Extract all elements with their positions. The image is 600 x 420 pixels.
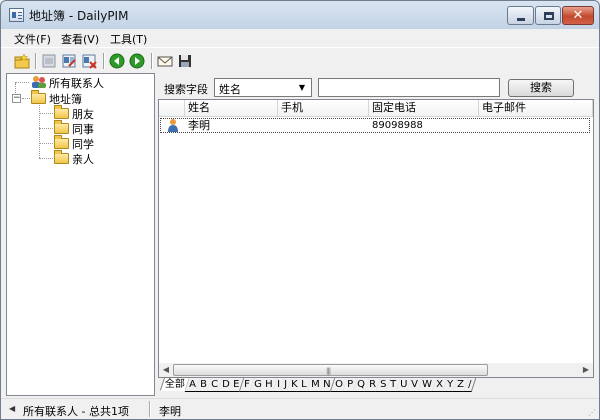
maximize-icon: [544, 12, 554, 20]
forward-icon[interactable]: [129, 53, 145, 69]
tree-line: [39, 143, 53, 144]
alpha-tab-label: B: [200, 379, 207, 390]
alpha-tab-label: O: [335, 379, 343, 390]
alpha-tab-label: L: [301, 379, 307, 390]
search-field-label: 搜索字段: [164, 83, 208, 96]
menu-view[interactable]: 查看(V): [61, 31, 99, 47]
alpha-tab-label: F: [243, 379, 250, 390]
alpha-tab-label: /: [468, 379, 472, 390]
scroll-right-icon[interactable]: ▶: [580, 364, 592, 376]
column-header-icon[interactable]: [159, 100, 185, 117]
alpha-tab-label: X: [436, 379, 444, 390]
alpha-tab-label: Q: [357, 379, 365, 390]
back-icon[interactable]: [109, 53, 125, 69]
tree-item-label: 同事: [72, 123, 94, 136]
search-input[interactable]: [318, 78, 500, 97]
email-icon[interactable]: [157, 53, 173, 69]
maximize-button[interactable]: [535, 6, 561, 25]
close-icon: ✕: [572, 8, 584, 23]
alpha-tab-label: W: [422, 379, 433, 390]
alpha-tab-label: P: [346, 379, 354, 390]
app-window: 地址簿 - DailyPIM ✕ 文件(F) 查看(V) 工具(T) 所有联系人…: [0, 0, 600, 420]
tree-item-label: 同学: [72, 138, 94, 151]
menu-file[interactable]: 文件(F): [14, 31, 51, 47]
alpha-tab-label: N: [323, 379, 332, 390]
tree-line: [22, 98, 30, 99]
menu-tools[interactable]: 工具(T): [110, 31, 147, 47]
tree-line: [39, 113, 53, 114]
address-book-icon[interactable]: [9, 8, 24, 22]
cell-phone: 89098988: [372, 120, 423, 131]
alpha-tab-label: S: [379, 379, 387, 390]
folder-icon: [54, 105, 69, 119]
search-field-value: 姓名: [219, 83, 241, 96]
new-contact-icon[interactable]: [14, 53, 30, 69]
alpha-tab-label: A: [189, 379, 197, 390]
alpha-tab-label: C: [210, 379, 218, 390]
edit-contact-icon[interactable]: [61, 53, 77, 69]
status-separator: [149, 401, 151, 417]
grip-icon: |||: [326, 367, 331, 375]
status-scroll-icon: ◀: [9, 404, 16, 413]
alpha-tab-label: E: [233, 379, 240, 390]
search-button[interactable]: 搜索: [508, 79, 574, 97]
close-button[interactable]: ✕: [562, 6, 594, 25]
save-icon[interactable]: [177, 53, 193, 69]
toolbar-separator: [35, 53, 37, 69]
alpha-tab-label: 全部: [164, 379, 185, 390]
status-bar: ◀ 所有联系人 - 总共1项 李明 ⋰: [1, 398, 599, 419]
cell-name: 李明: [188, 119, 210, 132]
chevron-down-icon[interactable]: ▼: [295, 81, 309, 94]
minimize-icon: [517, 18, 525, 21]
folder-icon: [54, 150, 69, 164]
contacts-pane: 搜索字段 姓名 ▼ 搜索 姓名 手机 固定电话 电子邮件 李明 89098988…: [158, 73, 594, 396]
collapse-toggle[interactable]: −: [12, 94, 21, 103]
alphabet-tabs: 全部 A B C D E F G H I J K L M N O P Q R S T U V W X Y Z /: [159, 377, 592, 393]
folder-icon: [54, 120, 69, 134]
tree-item-label: 所有联系人: [49, 77, 104, 90]
minimize-button[interactable]: [507, 6, 534, 25]
column-header-phone[interactable]: 固定电话: [369, 100, 479, 117]
folder-icon: [54, 135, 69, 149]
alpha-tab-label: H: [265, 379, 273, 390]
title-bar[interactable]: 地址簿 - DailyPIM ✕: [1, 1, 599, 29]
contact-person-icon: [168, 119, 178, 132]
column-header-name[interactable]: 姓名: [185, 100, 278, 117]
folder-icon: [31, 90, 46, 104]
tree-item-label: 朋友: [72, 108, 94, 121]
menu-bar: 文件(F) 查看(V) 工具(T): [1, 29, 599, 47]
tree-line: [15, 82, 29, 83]
alpha-tab-label: M: [310, 379, 320, 390]
delete-contact-icon[interactable]: [41, 53, 57, 69]
status-left-text: 所有联系人 - 总共1项: [23, 405, 129, 418]
alpha-tab-label: Z: [457, 379, 465, 390]
window-title: 地址簿 - DailyPIM: [29, 9, 129, 23]
alpha-tab-label: R: [368, 379, 376, 390]
scrollbar-thumb[interactable]: |||: [173, 364, 488, 376]
resize-grip-icon[interactable]: ⋰: [588, 408, 596, 417]
toolbar-separator: [103, 53, 105, 69]
scroll-left-icon[interactable]: ◀: [160, 364, 172, 376]
column-header-email[interactable]: 电子邮件: [479, 100, 593, 117]
toolbar: [1, 47, 599, 73]
tree-line: [39, 128, 53, 129]
search-field-select[interactable]: 姓名 ▼: [214, 78, 312, 97]
tree-line: [39, 158, 53, 159]
contacts-group-icon: [32, 76, 46, 88]
folder-tree: 所有联系人 − 地址簿 朋友 同事 同学 亲人: [6, 73, 155, 396]
contacts-list[interactable]: 姓名 手机 固定电话 电子邮件 李明 89098988 ◀ ||| ▶: [158, 99, 594, 378]
tree-item-label: 亲人: [72, 153, 94, 166]
horizontal-scrollbar[interactable]: ◀ ||| ▶: [159, 363, 593, 377]
alpha-tab-label: G: [253, 379, 262, 390]
column-header-mobile[interactable]: 手机: [278, 100, 369, 117]
toolbar-separator: [151, 53, 153, 69]
remove-contact-icon[interactable]: [81, 53, 97, 69]
status-right-text: 李明: [159, 405, 181, 418]
